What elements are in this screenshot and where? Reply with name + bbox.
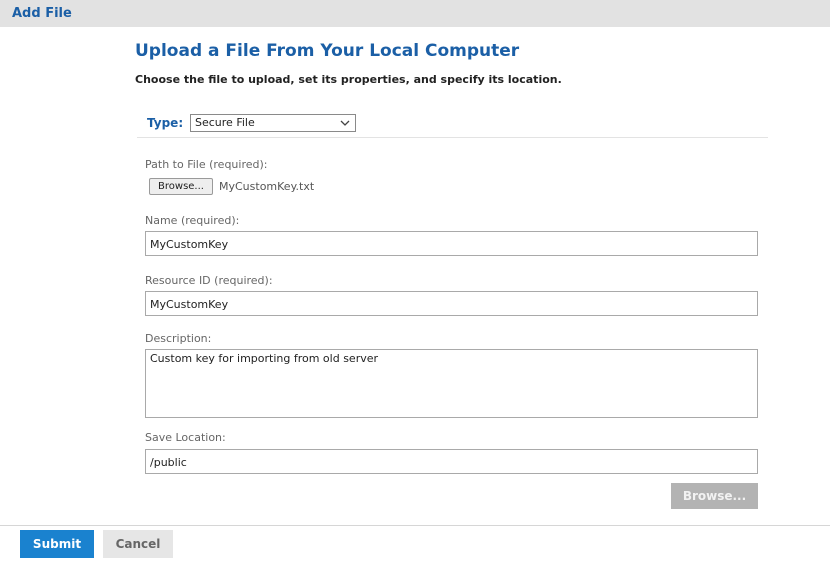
submit-button[interactable]: Submit [20,530,94,558]
footer-divider [0,525,830,526]
dialog-titlebar: Add File [0,0,830,27]
selected-filename: MyCustomKey.txt [219,180,315,193]
save-location-input[interactable]: /public [145,449,758,474]
type-select[interactable]: Secure File [190,114,356,132]
page-subtitle: Choose the file to upload, set its prope… [135,73,562,86]
cancel-button[interactable]: Cancel [103,530,173,558]
page-title: Upload a File From Your Local Computer [135,41,520,61]
name-input-value: MyCustomKey [150,238,229,251]
resource-id-input-value: MyCustomKey [150,298,229,311]
resource-id-label: Resource ID (required): [145,274,273,287]
name-label: Name (required): [145,214,240,227]
save-location-label: Save Location: [145,431,226,444]
path-label: Path to File (required): [145,158,268,171]
type-select-value: Secure File [195,116,255,129]
type-label: Type: [147,116,184,130]
resource-id-input[interactable]: MyCustomKey [145,291,758,316]
description-label: Description: [145,332,212,345]
path-browse-button[interactable]: Browse... [149,178,213,195]
description-textarea[interactable]: Custom key for importing from old server [145,349,758,418]
save-location-input-value: /public [150,456,187,469]
section-divider [137,137,768,138]
description-textarea-value: Custom key for importing from old server [150,352,379,365]
chevron-down-icon [340,120,350,126]
name-input[interactable]: MyCustomKey [145,231,758,256]
save-location-browse-button[interactable]: Browse... [671,483,758,509]
dialog-title: Add File [12,6,72,21]
